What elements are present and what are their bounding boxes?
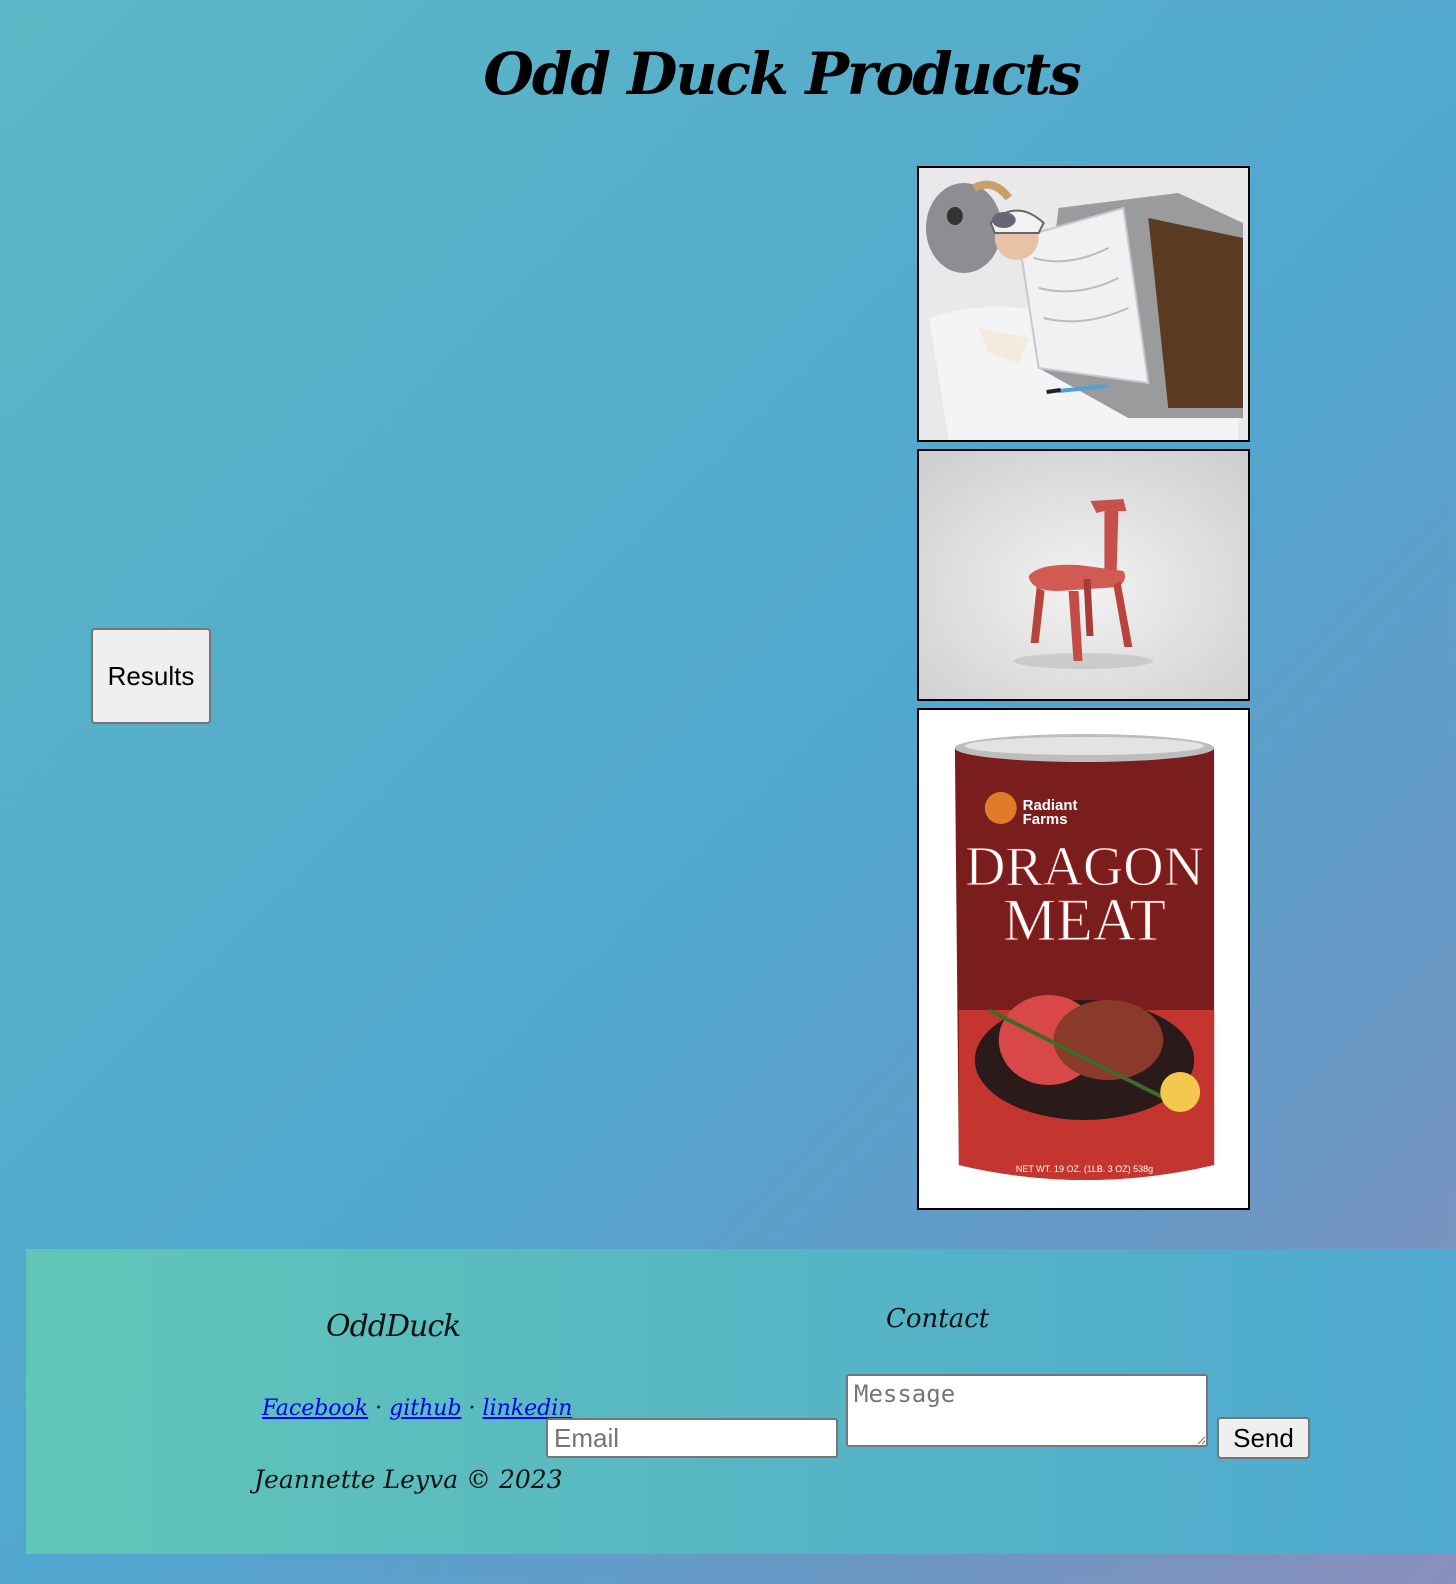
copyright: Jeannette Leyva © 2023: [254, 1465, 563, 1494]
message-input[interactable]: [846, 1374, 1208, 1447]
send-button[interactable]: Send: [1217, 1417, 1310, 1459]
results-button[interactable]: Results: [91, 628, 211, 724]
product-image-chair[interactable]: [917, 449, 1250, 701]
svg-text:Farms: Farms: [1023, 811, 1068, 828]
facebook-link[interactable]: Facebook: [262, 1396, 368, 1421]
link-separator: ·: [375, 1396, 383, 1421]
product-image-sleeping-bag[interactable]: [917, 166, 1250, 442]
footer-brand: OddDuck: [326, 1309, 461, 1344]
page-title: Odd Duck Products: [483, 40, 1081, 108]
link-separator: ·: [468, 1396, 476, 1421]
email-input[interactable]: [546, 1418, 838, 1458]
svg-text:MEAT: MEAT: [1003, 887, 1166, 953]
social-links: Facebook · github · linkedin: [262, 1396, 572, 1421]
contact-title: Contact: [886, 1304, 990, 1334]
github-link[interactable]: github: [389, 1396, 461, 1421]
svg-text:NET WT. 19 OZ. (1LB. 3 OZ) 538: NET WT. 19 OZ. (1LB. 3 OZ) 538g: [1016, 1164, 1153, 1174]
product-image-dragon-meat[interactable]: Radiant Farms DRAGON MEAT NET WT. 19 OZ.…: [917, 708, 1250, 1210]
footer: OddDuck Contact Facebook · github · link…: [26, 1249, 1456, 1554]
